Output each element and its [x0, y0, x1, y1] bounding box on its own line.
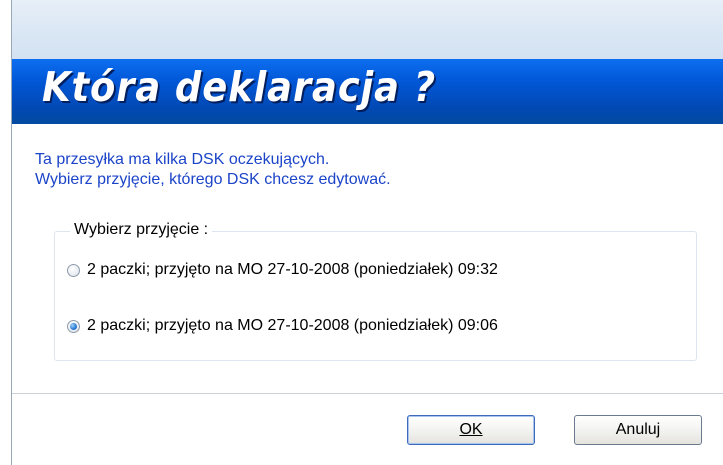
- info-message: Ta przesyłka ma kilka DSK oczekujących. …: [35, 150, 391, 190]
- ok-button[interactable]: OK: [407, 415, 535, 445]
- radio-button-checked-icon[interactable]: [67, 319, 80, 333]
- info-line-1: Ta przesyłka ma kilka DSK oczekujących.: [35, 151, 330, 168]
- radio-option-0932[interactable]: 2 paczki; przyjęto na MO 27-10-2008 (pon…: [67, 258, 498, 282]
- radio-button-icon[interactable]: [67, 263, 80, 277]
- button-separator: [12, 393, 723, 394]
- header-banner: Która deklaracja ?: [12, 59, 723, 124]
- group-label: Wybierz przyjęcie :: [70, 221, 213, 239]
- cancel-button-label: Anuluj: [615, 421, 661, 438]
- radio-option-label: 2 paczki; przyjęto na MO 27-10-2008 (pon…: [87, 317, 498, 334]
- background-area: [0, 0, 11, 465]
- radio-option-0906[interactable]: 2 paczki; przyjęto na MO 27-10-2008 (pon…: [67, 314, 498, 338]
- ok-button-label: OK: [459, 421, 483, 438]
- info-line-2: Wybierz przyjęcie, którego DSK chcesz ed…: [35, 171, 391, 188]
- cancel-button[interactable]: Anuluj: [574, 415, 702, 445]
- title-bar[interactable]: [12, 0, 723, 60]
- radio-option-label: 2 paczki; przyjęto na MO 27-10-2008 (pon…: [87, 261, 498, 278]
- selection-group: [54, 231, 697, 361]
- dialog-title: Która deklaracja ?: [42, 63, 437, 111]
- dialog-window: Która deklaracja ? Ta przesyłka ma kilka…: [11, 0, 723, 465]
